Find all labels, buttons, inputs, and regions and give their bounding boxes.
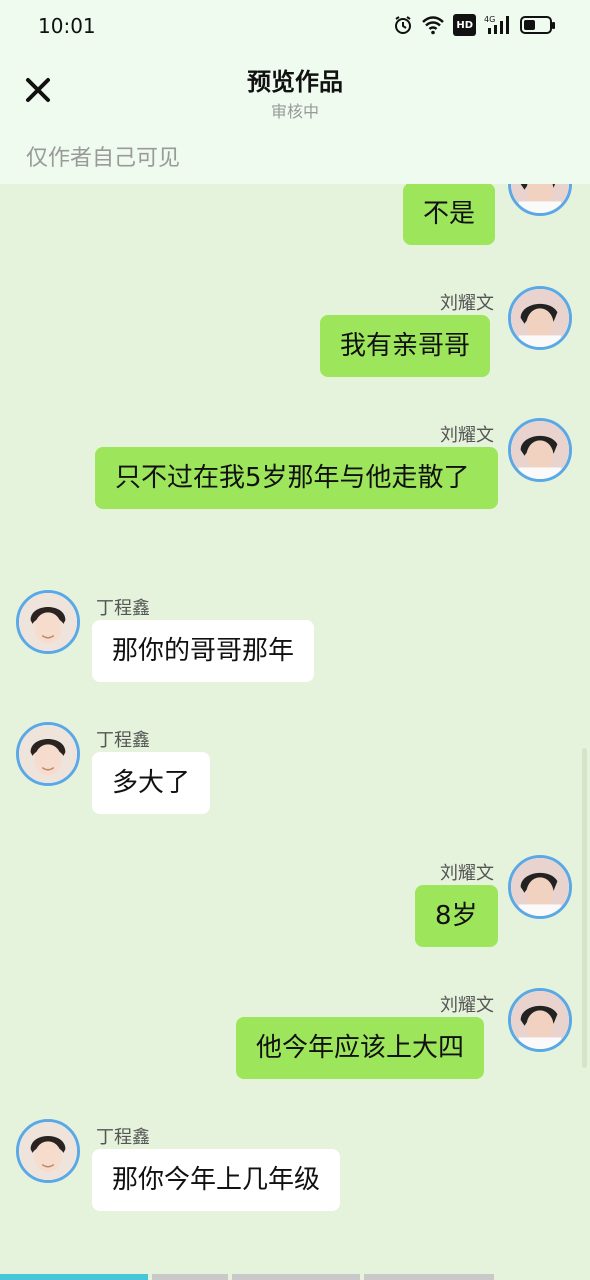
review-status: 审核中	[270, 102, 319, 121]
scrollbar[interactable]	[582, 748, 587, 1068]
message-bubble[interactable]: 他今年应该上大四	[236, 1017, 485, 1079]
progress-bar	[0, 1274, 590, 1280]
sender-name: 丁程鑫	[96, 1127, 150, 1148]
sender-name: 刘耀文	[440, 293, 494, 314]
sender-name: 丁程鑫	[96, 598, 150, 619]
avatar-ding[interactable]	[16, 1119, 80, 1183]
signal-icon: 4G	[484, 14, 512, 36]
avatar-liu[interactable]	[508, 184, 572, 216]
avatar-ding[interactable]	[16, 590, 80, 654]
battery-icon	[520, 14, 555, 36]
message-bubble[interactable]: 只不过在我5岁那年与他走散了	[95, 447, 498, 509]
avatar-liu[interactable]	[508, 418, 572, 482]
message-bubble[interactable]: 不是	[403, 184, 496, 245]
sender-name: 刘耀文	[440, 863, 494, 884]
avatar-liu[interactable]	[508, 286, 572, 350]
message-bubble[interactable]: 那你的哥哥那年	[92, 620, 315, 682]
progress-segment	[0, 1274, 148, 1280]
alarm-icon	[393, 14, 413, 36]
sender-name: 丁程鑫	[96, 730, 150, 751]
status-bar: 10:01 HD 4G	[0, 0, 590, 52]
wifi-icon	[421, 14, 445, 36]
message-bubble[interactable]: 那你今年上几年级	[92, 1149, 341, 1211]
svg-text:4G: 4G	[484, 15, 495, 24]
message-bubble[interactable]: 我有亲哥哥	[320, 315, 491, 377]
message-bubble[interactable]: 8岁	[415, 885, 498, 947]
message-bubble[interactable]: 多大了	[92, 752, 211, 814]
hd-badge: HD	[453, 14, 476, 36]
progress-segment	[152, 1274, 228, 1280]
avatar-liu[interactable]	[508, 855, 572, 919]
sender-name: 刘耀文	[440, 425, 494, 446]
avatar-ding[interactable]	[16, 722, 80, 786]
progress-segment	[232, 1274, 360, 1280]
progress-segment	[364, 1274, 494, 1280]
status-icons: HD 4G	[393, 14, 555, 36]
sender-name: 刘耀文	[440, 995, 494, 1016]
page-title: 预览作品	[247, 68, 343, 96]
chat-area[interactable]: 不是 刘耀文 我有亲哥哥 刘耀文 只不过在我5岁那年与他走散了 丁程鑫 那你的哥…	[0, 184, 590, 1274]
visibility-note: 仅作者自己可见	[26, 146, 181, 171]
header: 预览作品 审核中 仅作者自己可见	[0, 52, 590, 184]
avatar-liu[interactable]	[508, 988, 572, 1052]
status-time: 10:01	[38, 14, 96, 38]
